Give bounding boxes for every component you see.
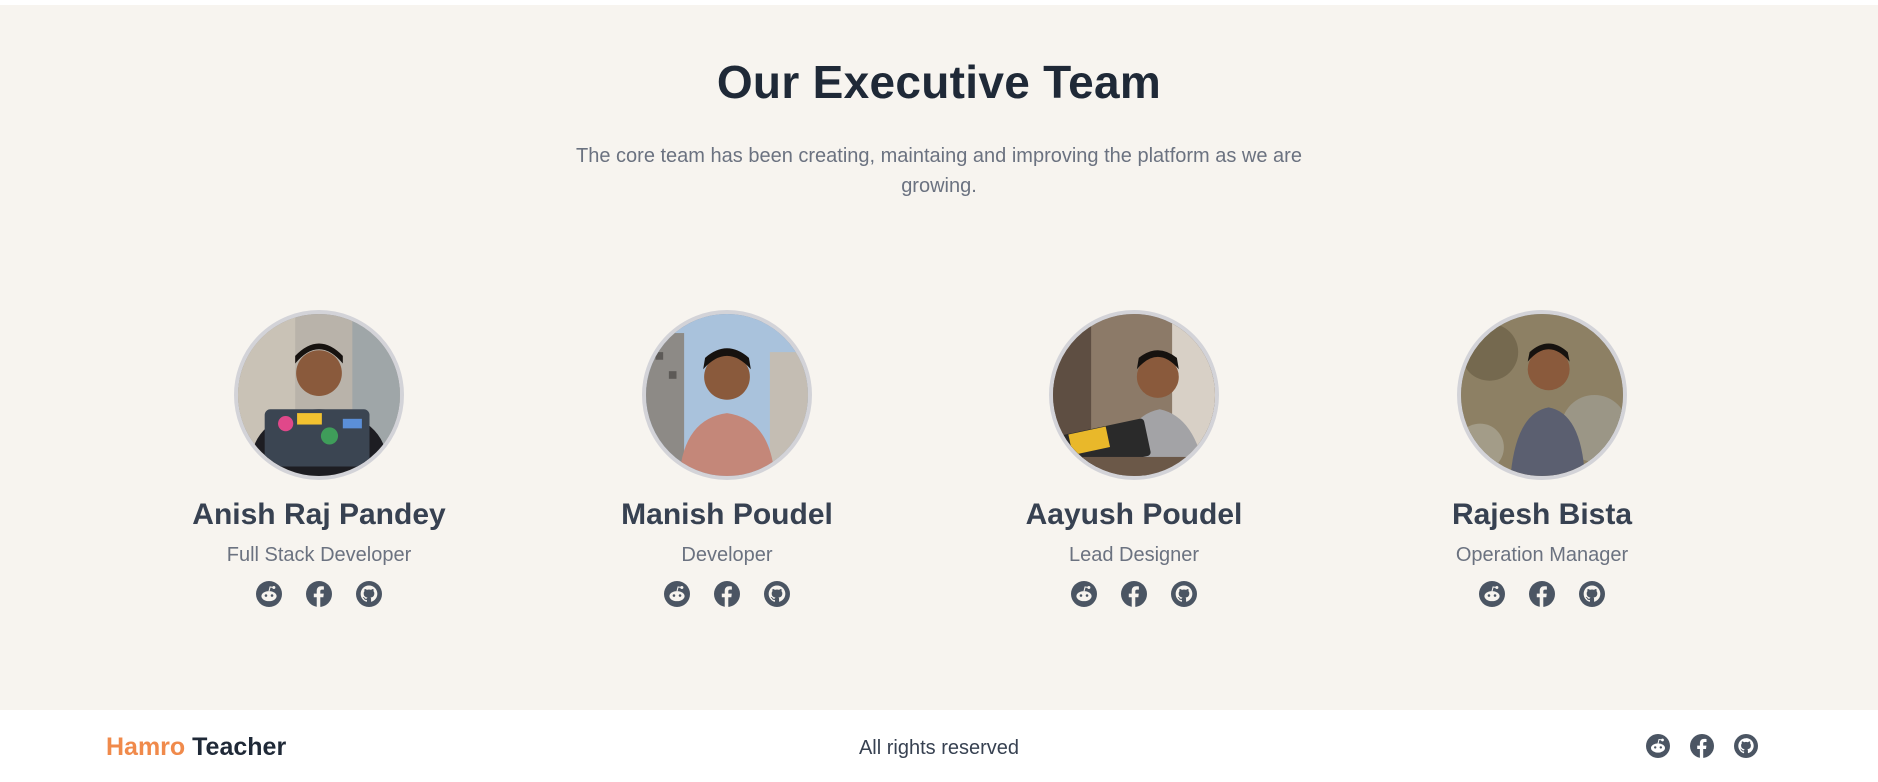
avatar: [642, 310, 812, 480]
copyright-text: All rights reserved: [858, 737, 1020, 759]
member-role: Operation Manager: [1455, 544, 1629, 566]
section-subtitle: The core team has been creating, maintai…: [576, 145, 1302, 197]
reddit-icon[interactable]: [1479, 581, 1505, 607]
member-socials: [964, 581, 1304, 607]
member-socials: [557, 581, 897, 607]
team-section: Our Executive Team The core team has bee…: [0, 5, 1878, 710]
member-name: Aayush Poudel: [1025, 498, 1243, 531]
reddit-icon[interactable]: [1646, 734, 1670, 758]
facebook-icon[interactable]: [306, 581, 332, 607]
github-icon[interactable]: [1734, 734, 1758, 758]
avatar: [234, 310, 404, 480]
member-name: Manish Poudel: [621, 498, 833, 531]
github-icon[interactable]: [1171, 581, 1197, 607]
facebook-icon[interactable]: [1690, 734, 1714, 758]
github-icon[interactable]: [1579, 581, 1605, 607]
member-card: Anish Raj Pandey Full Stack Developer: [149, 310, 489, 607]
footer-socials: [1646, 734, 1758, 758]
team-members: Anish Raj Pandey Full Stack Developer Ma…: [0, 310, 1878, 640]
facebook-icon[interactable]: [1121, 581, 1147, 607]
member-card: Rajesh Bista Operation Manager: [1372, 310, 1712, 607]
facebook-icon[interactable]: [714, 581, 740, 607]
facebook-icon[interactable]: [1529, 581, 1555, 607]
avatar: [1049, 310, 1219, 480]
reddit-icon[interactable]: [1071, 581, 1097, 607]
member-role: Lead Designer: [1068, 544, 1200, 566]
member-name: Anish Raj Pandey: [192, 498, 446, 531]
reddit-icon[interactable]: [664, 581, 690, 607]
reddit-icon[interactable]: [256, 581, 282, 607]
section-title: Our Executive Team: [716, 56, 1162, 108]
github-icon[interactable]: [356, 581, 382, 607]
github-icon[interactable]: [764, 581, 790, 607]
member-role: Full Stack Developer: [226, 544, 412, 566]
member-role: Developer: [681, 544, 773, 566]
member-card: Aayush Poudel Lead Designer: [964, 310, 1304, 607]
member-name: Rajesh Bista: [1451, 498, 1633, 531]
member-socials: [1372, 581, 1712, 607]
site-footer: Hamro Teacher All rights reserved: [0, 710, 1878, 782]
member-card: Manish Poudel Developer: [557, 310, 897, 607]
avatar: [1457, 310, 1627, 480]
member-socials: [149, 581, 489, 607]
